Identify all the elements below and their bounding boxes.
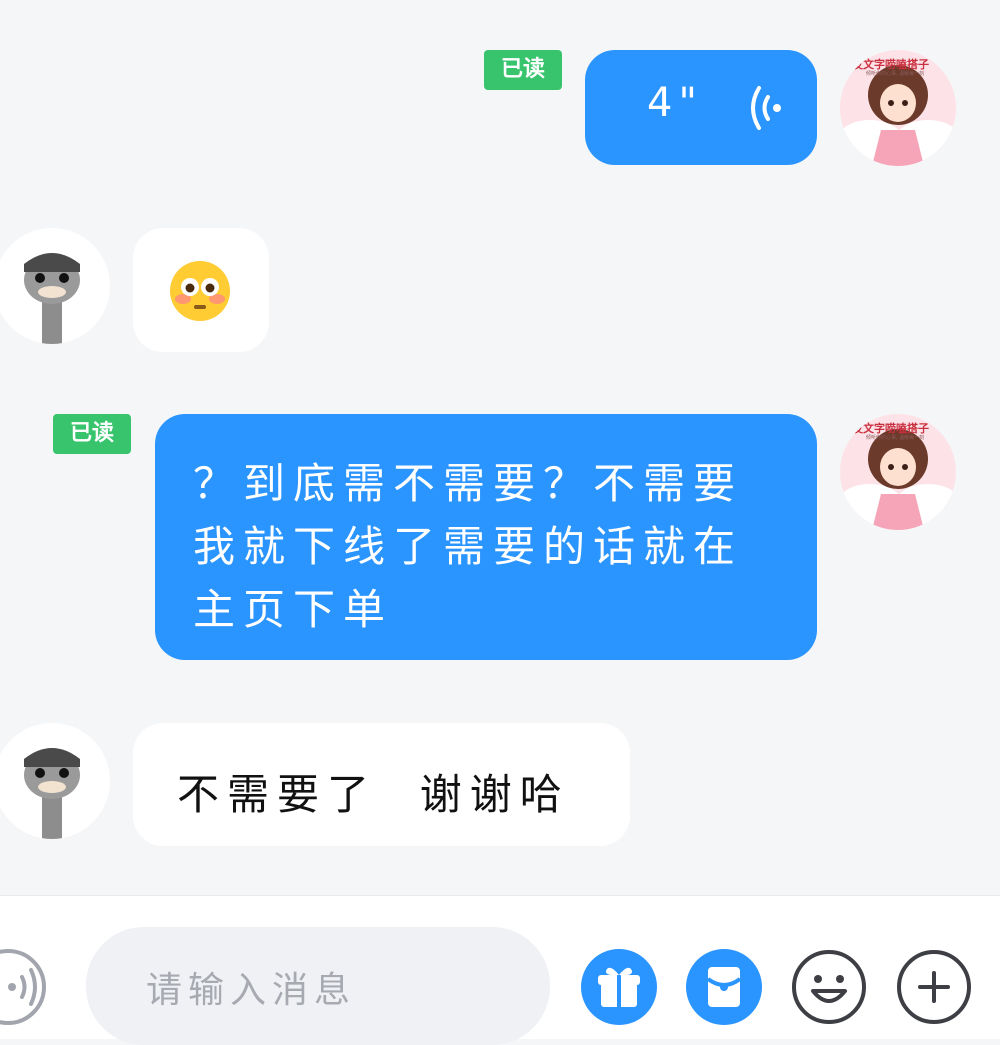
avatar-sub-text: 倾听你的心事, 温暖每一刻 xyxy=(866,435,925,441)
message-input-placeholder: 请输入消息 xyxy=(146,970,357,1011)
read-status: 已读 xyxy=(53,414,131,454)
text-message-bubble[interactable]: 不需要了 谢谢哈 xyxy=(133,723,630,846)
voice-message-bubble[interactable]: 4" xyxy=(585,50,817,165)
message-text: 不需要了 谢谢哈 xyxy=(177,770,570,819)
contact-avatar[interactable] xyxy=(0,723,110,839)
avatar-sub-text: 倾听你的心事, 温暖每一刻 xyxy=(866,71,925,77)
message-text: ？到底需不需要？不需要我就下线了需要的话就在主页下单 xyxy=(193,459,744,634)
chat-area: 已读 4" 发文字唠嗑搭子 倾听你的心事, 温暖每一刻 已读 ？到底需不需要？不… xyxy=(0,0,1000,895)
voice-duration: 4" xyxy=(647,80,703,126)
text-message-bubble[interactable]: ？到底需不需要？不需要我就下线了需要的话就在主页下单 xyxy=(155,414,817,660)
self-avatar[interactable]: 发文字唠嗑搭子 倾听你的心事, 温暖每一刻 xyxy=(840,50,956,166)
flushed-face-emoji xyxy=(170,261,230,321)
emoji-message-bubble[interactable] xyxy=(133,228,269,352)
self-avatar[interactable]: 发文字唠嗑搭子 倾听你的心事, 温暖每一刻 xyxy=(840,414,956,530)
emoji-icon[interactable] xyxy=(791,949,867,1025)
input-bar: 请输入消息 xyxy=(0,895,1000,1045)
voice-wave-icon xyxy=(751,86,781,130)
message-input[interactable]: 请输入消息 xyxy=(86,927,550,1045)
read-status: 已读 xyxy=(484,50,562,90)
contact-avatar[interactable] xyxy=(0,228,110,344)
gift-icon[interactable] xyxy=(581,949,657,1025)
plus-icon[interactable] xyxy=(896,949,972,1025)
voice-input-icon[interactable] xyxy=(0,949,50,1025)
red-packet-icon[interactable] xyxy=(686,949,762,1025)
